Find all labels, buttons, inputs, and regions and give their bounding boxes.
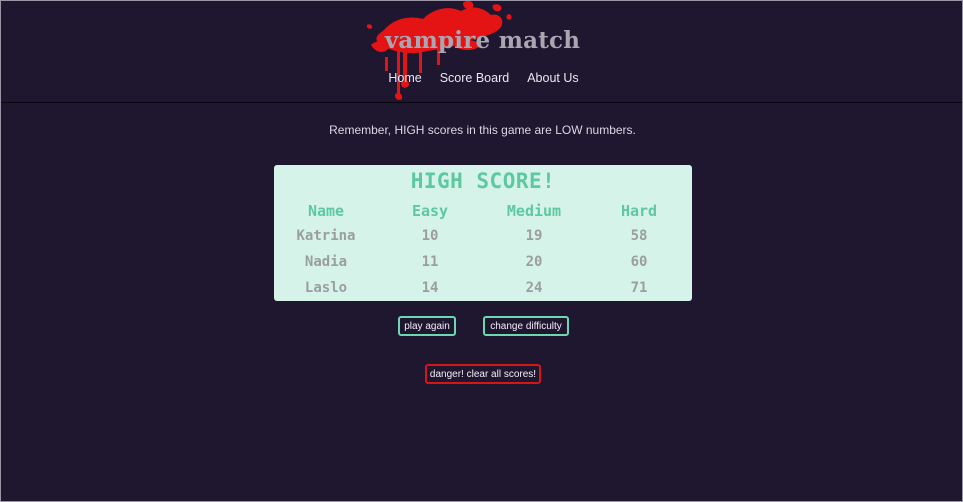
hard-score: 58 [630,228,648,244]
column-header: Name [307,202,345,220]
high-score-card: HIGH SCORE! Name Easy Medium Hard Katrin… [274,165,692,301]
clear-scores-button[interactable]: danger! clear all scores! [425,364,541,384]
nav-home[interactable]: Home [388,71,421,85]
column-header: Easy [411,202,449,220]
change-difficulty-button[interactable]: change difficulty [483,316,569,336]
hard-score: 71 [630,280,648,296]
player-name: Laslo [304,280,348,296]
player-name: Katrina [296,228,356,244]
table-header-row: Name Easy Medium Hard [274,199,692,223]
nav-score-board[interactable]: Score Board [440,71,509,85]
medium-score: 20 [525,254,543,270]
easy-score: 10 [421,228,439,244]
main-nav: Home Score Board About Us [1,71,963,85]
site-header: vampire match Home Score Board About Us [1,1,962,103]
table-row: Nadia 11 20 60 [274,249,692,275]
nav-about-us[interactable]: About Us [527,71,578,85]
easy-score: 11 [421,254,439,270]
score-title: HIGH SCORE! [410,169,556,193]
play-again-button[interactable]: play again [398,316,456,336]
medium-score: 19 [525,228,543,244]
column-header: Hard [620,202,658,220]
medium-score: 24 [525,280,543,296]
reminder-text: Remember, HIGH scores in this game are L… [329,123,636,137]
column-header: Medium [506,202,562,220]
player-name: Nadia [304,254,348,270]
easy-score: 14 [421,280,439,296]
site-title: vampire match [384,27,581,54]
hard-score: 60 [630,254,648,270]
table-row: Laslo 14 24 71 [274,275,692,301]
score-table: Name Easy Medium Hard Katrina 10 19 58 N… [274,199,692,301]
table-row: Katrina 10 19 58 [274,223,692,249]
